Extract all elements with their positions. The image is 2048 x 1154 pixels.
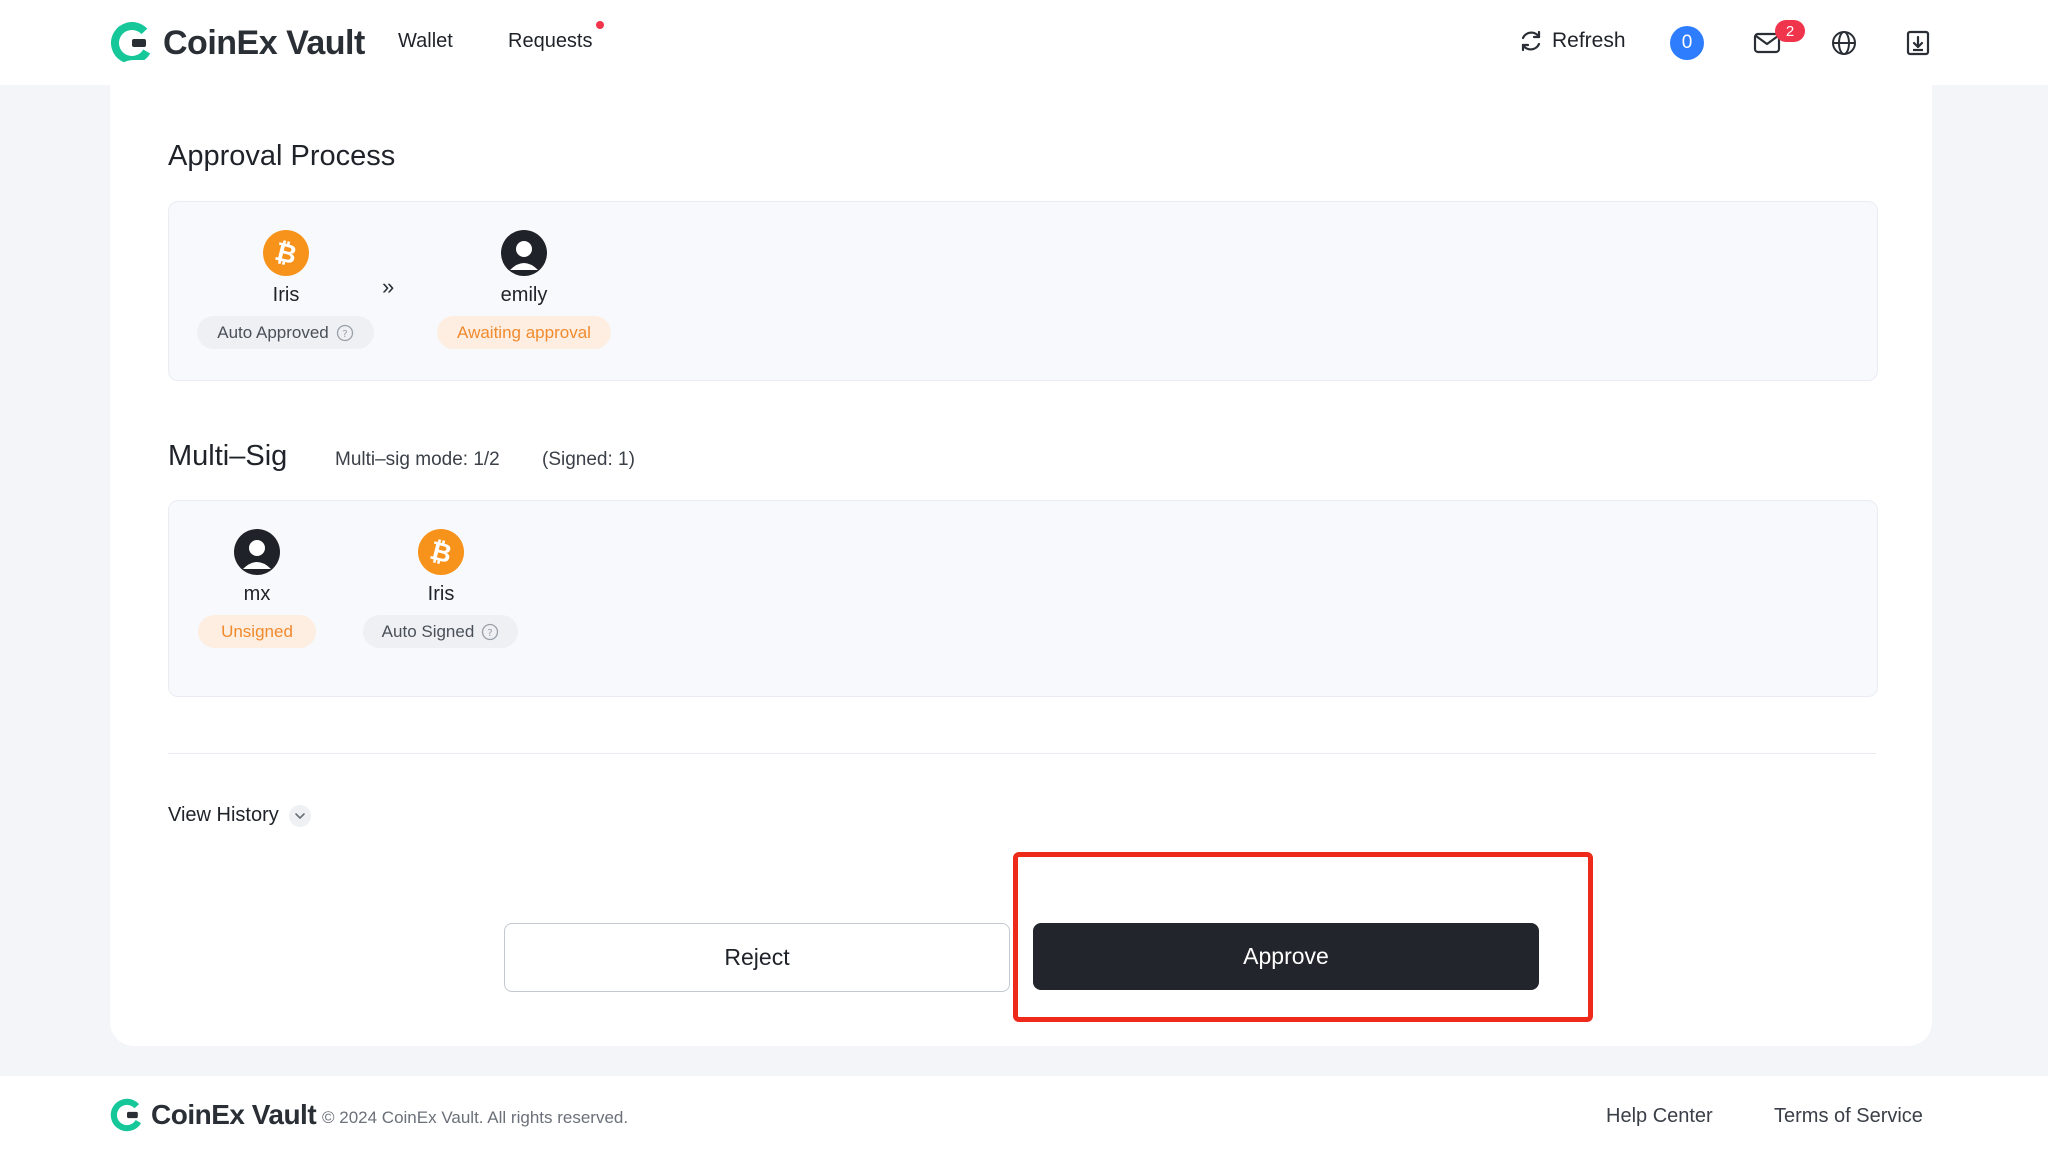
- download-icon[interactable]: [1903, 28, 1933, 58]
- svg-text:?: ?: [488, 628, 493, 639]
- bitcoin-avatar-icon: ₿: [418, 529, 464, 575]
- approval-process-panel: [168, 201, 1878, 381]
- help-icon[interactable]: ?: [336, 324, 354, 342]
- view-history-toggle[interactable]: View History: [168, 804, 311, 827]
- user-avatar-icon: [234, 529, 280, 575]
- help-center-link[interactable]: Help Center: [1606, 1105, 1713, 1128]
- status-label: Awaiting approval: [457, 322, 591, 342]
- approve-highlight-box: [1013, 852, 1593, 1022]
- section-divider: [168, 753, 1876, 754]
- status-label: Auto Approved: [217, 322, 329, 342]
- requests-notification-dot: [596, 21, 604, 29]
- step-arrow: »: [382, 274, 395, 299]
- user-avatar-icon: [501, 230, 547, 276]
- footer-brand-logo[interactable]: CoinEx Vault: [110, 1098, 317, 1132]
- approval-process-title: Approval Process: [168, 140, 396, 172]
- refresh-button[interactable]: Refresh: [1518, 28, 1626, 54]
- status-badge: Auto Approved ?: [197, 316, 374, 349]
- terms-of-service-link[interactable]: Terms of Service: [1774, 1105, 1923, 1128]
- approver-name: Iris: [272, 284, 300, 306]
- signer-name: mx: [243, 583, 271, 605]
- signer-name: Iris: [427, 583, 455, 605]
- coinex-logo-icon: [111, 22, 153, 64]
- refresh-icon: [1521, 30, 1541, 52]
- multisig-title: Multi–Sig: [168, 440, 288, 472]
- coinex-logo-icon: [110, 1098, 144, 1132]
- status-badge: Awaiting approval: [437, 316, 611, 349]
- status-badge: Unsigned: [198, 615, 316, 648]
- approver-name: emily: [500, 284, 548, 306]
- pending-count-badge[interactable]: 0: [1670, 26, 1704, 60]
- chevron-down-icon: [288, 804, 311, 827]
- reject-button[interactable]: Reject: [504, 923, 1010, 992]
- copyright-text: © 2024 CoinEx Vault. All rights reserved…: [322, 1108, 629, 1127]
- globe-icon[interactable]: [1829, 28, 1859, 58]
- bitcoin-avatar-icon: ₿: [263, 230, 309, 276]
- refresh-label: Refresh: [1552, 29, 1626, 52]
- brand-name: CoinEx Vault: [163, 23, 365, 62]
- view-history-label: View History: [168, 804, 279, 826]
- nav-requests[interactable]: Requests: [508, 30, 593, 53]
- status-badge: Auto Signed ?: [363, 615, 518, 648]
- status-label: Auto Signed: [381, 621, 475, 641]
- svg-text:?: ?: [342, 329, 347, 340]
- nav-wallet[interactable]: Wallet: [398, 30, 453, 53]
- mail-badge: 2: [1775, 20, 1805, 42]
- page-footer: CoinEx Vault © 2024 CoinEx Vault. All ri…: [0, 1076, 2048, 1154]
- help-icon[interactable]: ?: [481, 623, 499, 641]
- status-label: Unsigned: [221, 621, 293, 641]
- multisig-signed-count: (Signed: 1): [542, 449, 635, 470]
- multisig-mode: Multi–sig mode: 1/2: [335, 449, 500, 470]
- footer-brand-name: CoinEx Vault: [151, 1099, 317, 1130]
